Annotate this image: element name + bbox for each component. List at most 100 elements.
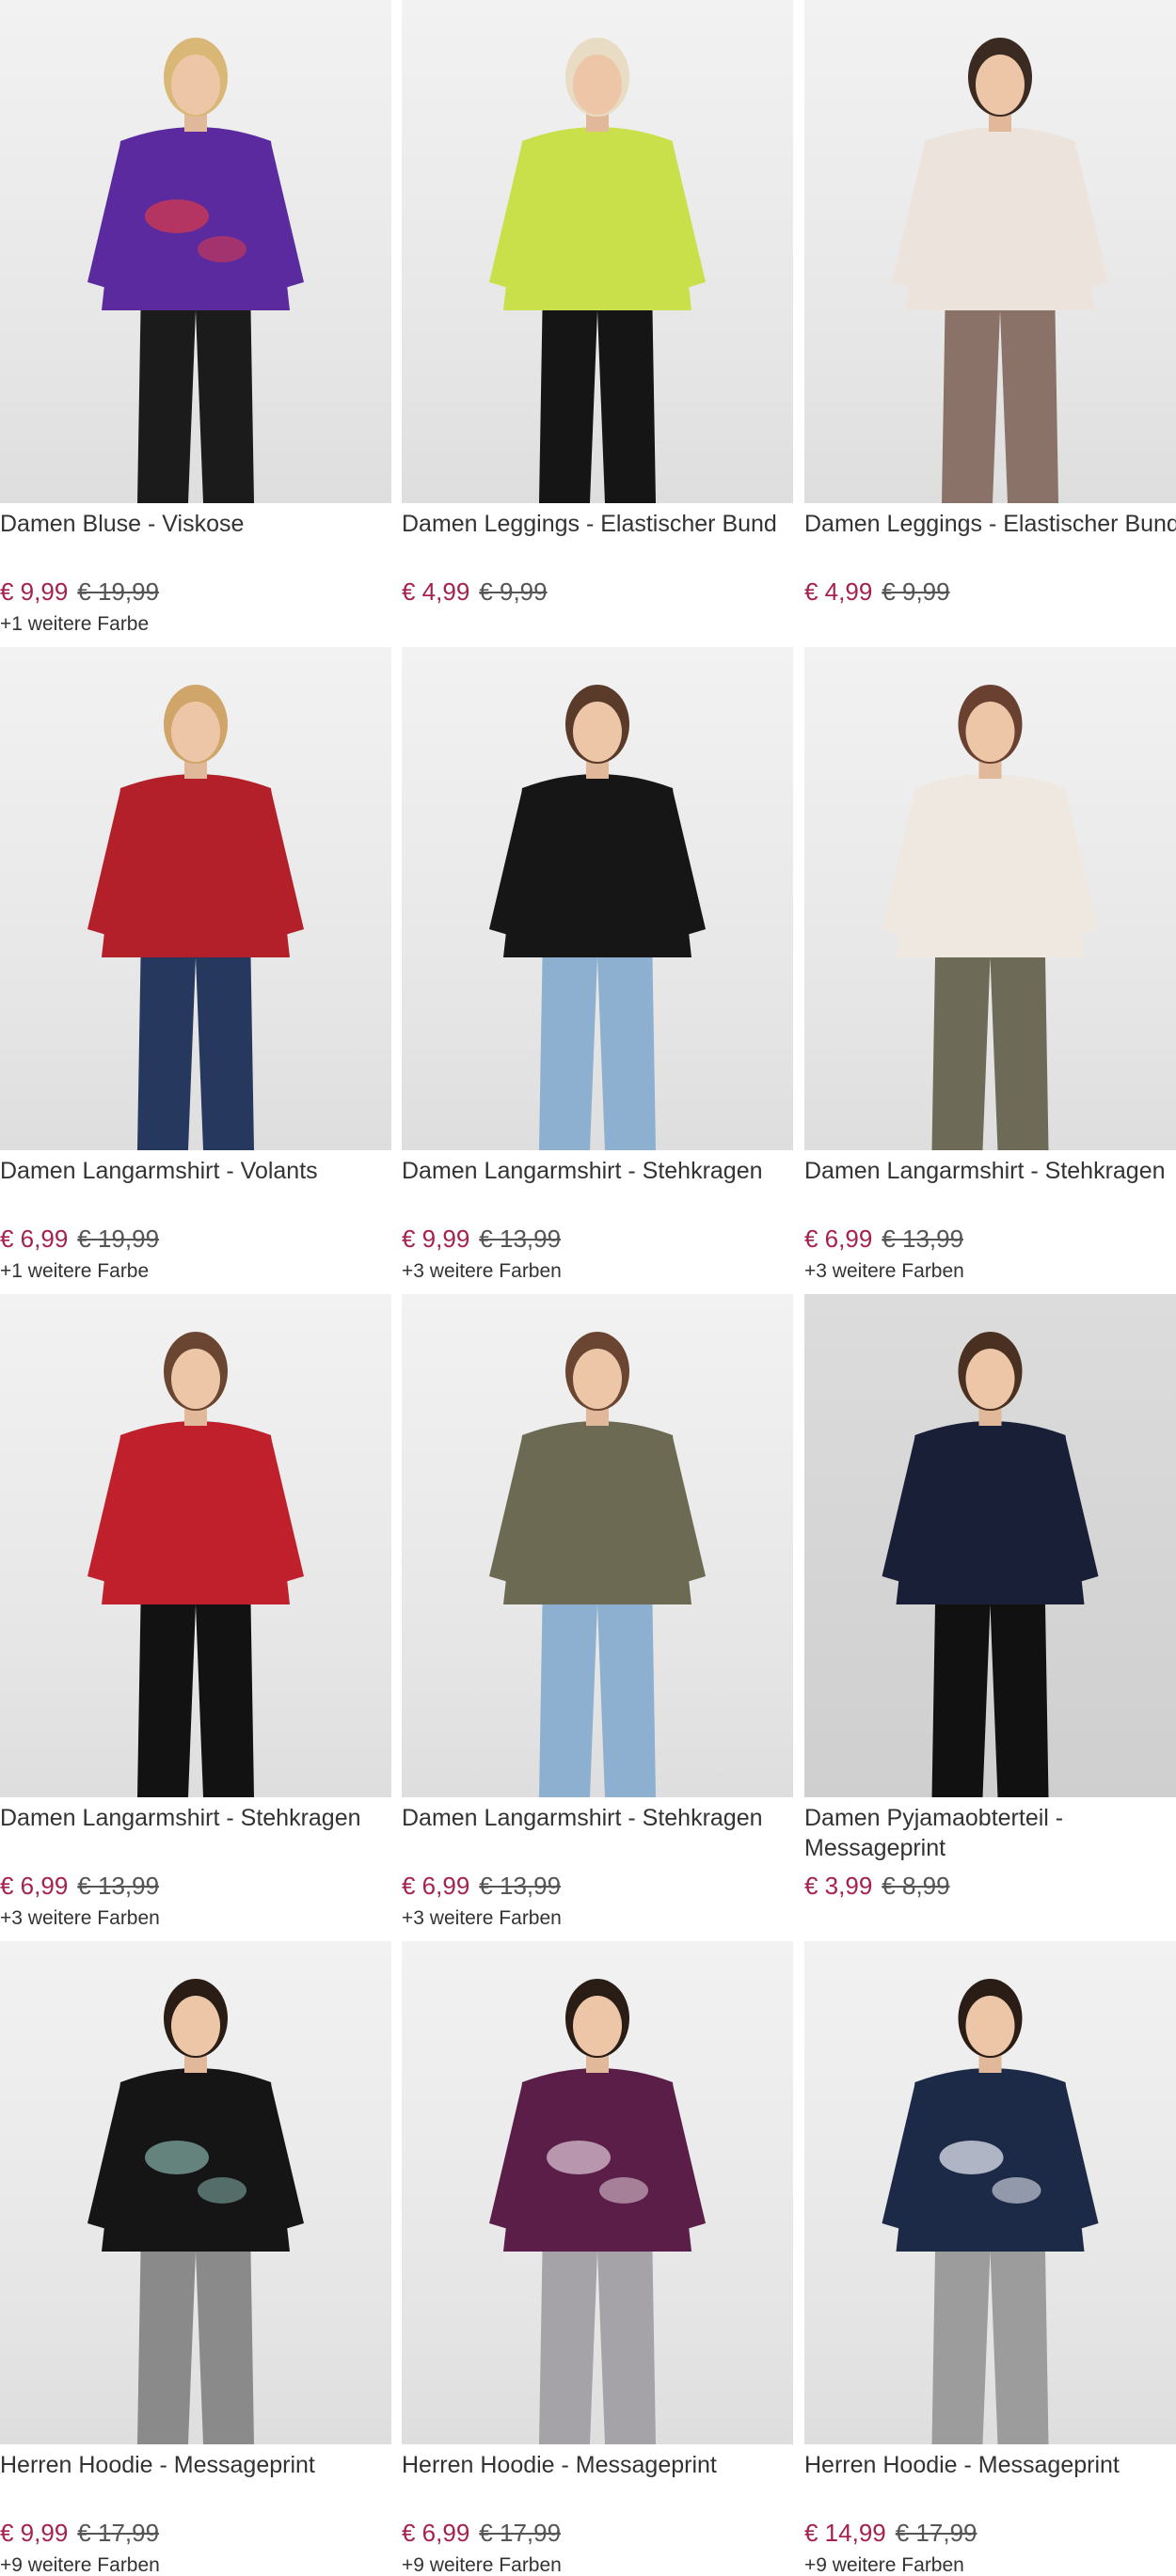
sale-price: € 6,99 [0, 1225, 69, 1253]
face [976, 55, 1025, 115]
product-title[interactable]: Damen Pyjamaobterteil - Messageprint [804, 1803, 1176, 1863]
original-price: € 17,99 [77, 2519, 160, 2547]
sale-price: € 4,99 [402, 577, 470, 606]
product-image[interactable] [402, 0, 793, 503]
model-photo [489, 38, 706, 503]
product-image[interactable] [402, 647, 793, 1150]
original-price: € 17,99 [895, 2519, 977, 2547]
model-photo [489, 685, 706, 1150]
product-title[interactable]: Damen Leggings - Elastischer Bund [402, 509, 793, 539]
sale-price: € 14,99 [804, 2519, 886, 2547]
product-card[interactable]: Damen Langarmshirt - Volants € 6,99 € 19,… [0, 647, 391, 1293]
product-title[interactable]: Damen Bluse - Viskose [0, 509, 391, 539]
trousers [931, 1576, 1049, 1797]
sale-price: € 6,99 [402, 1872, 470, 1900]
product-image[interactable] [402, 1941, 793, 2444]
product-image[interactable] [804, 647, 1176, 1150]
trousers [942, 282, 1058, 503]
product-title[interactable]: Damen Langarmshirt - Stehkragen [804, 1156, 1176, 1186]
original-price: € 19,99 [77, 1225, 160, 1253]
face [965, 1349, 1015, 1409]
top-garment [503, 127, 691, 310]
more-colors-label[interactable]: +9 weitere Farben [0, 2553, 160, 2576]
product-title[interactable]: Damen Langarmshirt - Stehkragen [0, 1803, 391, 1833]
product-image[interactable] [0, 647, 391, 1150]
product-card[interactable]: Damen Langarmshirt - Stehkragen € 6,99 € … [402, 1294, 793, 1940]
face [171, 1349, 220, 1409]
product-card[interactable]: Damen Bluse - Viskose € 9,99 € 19,99 +1 w… [0, 0, 391, 646]
product-title[interactable]: Herren Hoodie - Messageprint [804, 2450, 1176, 2480]
sale-price: € 4,99 [804, 577, 873, 606]
more-colors-label[interactable]: +9 weitere Farben [804, 2553, 964, 2576]
price-row: € 9,99 € 13,99 [402, 1224, 561, 1254]
trousers [931, 2223, 1049, 2444]
product-title[interactable]: Herren Hoodie - Messageprint [402, 2450, 793, 2480]
more-colors-label[interactable]: +3 weitere Farben [0, 1906, 160, 1931]
product-image[interactable] [804, 1941, 1176, 2444]
product-card[interactable]: Damen Langarmshirt - Stehkragen € 6,99 € … [804, 647, 1176, 1293]
face [573, 1996, 622, 2056]
sale-price: € 3,99 [804, 1872, 873, 1900]
price-row: € 9,99 € 19,99 [0, 577, 159, 607]
print-motif [992, 2177, 1041, 2204]
model-photo [489, 1332, 706, 1797]
top-garment [102, 774, 290, 957]
top-garment [102, 1421, 290, 1604]
sale-price: € 6,99 [0, 1872, 69, 1900]
face [171, 1996, 220, 2056]
price-row: € 6,99 € 13,99 [402, 1871, 561, 1901]
product-card[interactable]: Herren Hoodie - Messageprint € 14,99 € 17… [804, 1941, 1176, 2576]
original-price: € 17,99 [479, 2519, 562, 2547]
face [573, 55, 622, 115]
product-image[interactable] [0, 1294, 391, 1797]
more-colors-label[interactable]: +9 weitere Farben [402, 2553, 562, 2576]
price-row: € 3,99 € 8,99 [804, 1871, 950, 1901]
product-title[interactable]: Herren Hoodie - Messageprint [0, 2450, 391, 2480]
sale-price: € 9,99 [402, 1225, 470, 1253]
product-image[interactable] [0, 1941, 391, 2444]
product-card[interactable]: Damen Langarmshirt - Stehkragen € 9,99 € … [402, 647, 793, 1293]
more-colors-label[interactable]: +3 weitere Farben [402, 1259, 562, 1284]
product-card[interactable]: Herren Hoodie - Messageprint € 9,99 € 17,… [0, 1941, 391, 2576]
product-title[interactable]: Damen Langarmshirt - Stehkragen [402, 1156, 793, 1186]
product-image[interactable] [804, 0, 1176, 503]
product-title[interactable]: Damen Langarmshirt - Stehkragen [402, 1803, 793, 1833]
product-image[interactable] [0, 0, 391, 503]
top-garment [896, 774, 1085, 957]
product-title[interactable]: Damen Langarmshirt - Volants [0, 1156, 391, 1186]
face [965, 1996, 1015, 2056]
model-photo [87, 38, 304, 503]
sale-price: € 9,99 [0, 2519, 69, 2547]
product-card[interactable]: Damen Leggings - Elastischer Bund € 4,99… [402, 0, 793, 646]
price-row: € 4,99 € 9,99 [402, 577, 548, 607]
more-colors-label[interactable]: +3 weitere Farben [402, 1906, 562, 1931]
face [573, 702, 622, 762]
model-photo [882, 1979, 1099, 2444]
top-garment [503, 774, 691, 957]
product-card[interactable]: Damen Leggings - Elastischer Bund € 4,99… [804, 0, 1176, 646]
product-card[interactable]: Damen Langarmshirt - Stehkragen € 6,99 € … [0, 1294, 391, 1940]
product-image[interactable] [804, 1294, 1176, 1797]
more-colors-label[interactable]: +1 weitere Farbe [0, 612, 149, 637]
face [171, 702, 220, 762]
product-card[interactable]: Herren Hoodie - Messageprint € 6,99 € 17,… [402, 1941, 793, 2576]
print-motif [145, 2141, 209, 2174]
price-row: € 6,99 € 17,99 [402, 2518, 561, 2548]
product-image[interactable] [402, 1294, 793, 1797]
trousers [539, 2223, 656, 2444]
print-motif [599, 2177, 648, 2204]
original-price: € 13,99 [77, 1872, 160, 1900]
trousers [137, 1576, 254, 1797]
more-colors-label[interactable]: +1 weitere Farbe [0, 1259, 149, 1284]
print-motif [547, 2141, 611, 2174]
product-card[interactable]: Damen Pyjamaobterteil - Messageprint € 3… [804, 1294, 1176, 1940]
face [965, 702, 1015, 762]
trousers [137, 929, 254, 1150]
product-title[interactable]: Damen Leggings - Elastischer Bund [804, 509, 1176, 539]
print-motif [939, 2141, 1004, 2174]
trousers [137, 282, 254, 503]
original-price: € 8,99 [882, 1872, 950, 1900]
trousers [539, 1576, 656, 1797]
top-garment [906, 127, 1094, 310]
more-colors-label[interactable]: +3 weitere Farben [804, 1259, 964, 1284]
